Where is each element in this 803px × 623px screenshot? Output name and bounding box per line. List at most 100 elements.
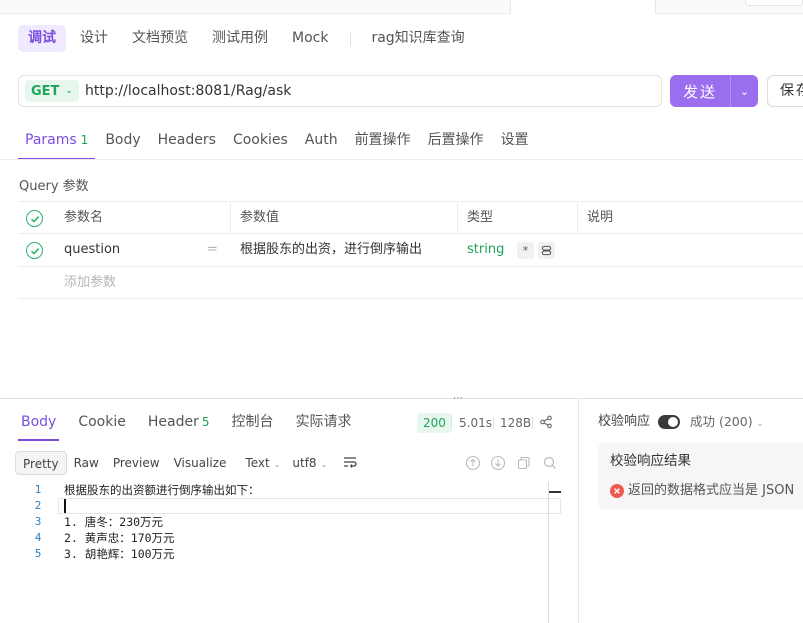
validation-error-message: 返回的数据格式应当是 JSON — [628, 483, 795, 498]
table-row: question = 根据股东的出资，进行倒序输出 string * — [18, 234, 803, 267]
download-icon[interactable] — [465, 455, 481, 471]
param-name-input[interactable]: question — [64, 234, 120, 266]
validation-result-title: 校验响应结果 — [610, 453, 691, 469]
validate-response-toggle[interactable] — [658, 415, 680, 429]
api-name[interactable]: rag知识库查询 — [361, 25, 474, 52]
response-body-editor[interactable]: 根据股东的出资额进行倒序输出如下： 1. 唐冬：230万元 2. 黄声忠：170… — [64, 482, 554, 562]
equals-sign: = — [207, 242, 218, 257]
tab-response-body[interactable]: Body — [18, 406, 60, 441]
encoding-value: utf8 — [292, 456, 317, 470]
tab-headers[interactable]: Headers — [151, 125, 223, 160]
tab-mock[interactable]: Mock — [282, 25, 338, 52]
share-icon[interactable] — [539, 415, 553, 433]
tab-design[interactable]: 设计 — [70, 25, 118, 52]
line-number: 4 — [34, 531, 42, 544]
mode-tabs: 调试 设计 文档预览 测试用例 Mock rag知识库查询 — [18, 25, 479, 52]
top-tab-edge[interactable] — [745, 0, 803, 6]
param-value-input[interactable]: 根据股东的出资，进行倒序输出 — [240, 234, 422, 266]
param-enabled-checkbox[interactable] — [26, 242, 43, 259]
pane-splitter[interactable] — [0, 398, 803, 399]
format-visualize-button[interactable]: Visualize — [167, 451, 234, 475]
chevron-down-icon: ⌄ — [320, 460, 328, 469]
format-pretty-button[interactable]: Pretty — [15, 451, 67, 475]
response-tabs: Body Cookie Header 5 控制台 实际请求 — [18, 406, 371, 441]
status-badge: 200 — [417, 413, 452, 433]
tab-settings[interactable]: 设置 — [494, 125, 536, 160]
divider — [0, 159, 803, 160]
format-preview-button[interactable]: Preview — [106, 451, 167, 475]
error-icon — [610, 484, 624, 498]
tab-post-processors[interactable]: 后置操作 — [421, 125, 491, 160]
header-description: 说明 — [587, 210, 614, 225]
divider — [350, 31, 352, 46]
check-all-checkbox[interactable] — [26, 210, 43, 227]
tab-pre-processors[interactable]: 前置操作 — [348, 125, 418, 160]
tab-debug[interactable]: 调试 — [18, 25, 66, 52]
format-raw-button[interactable]: Raw — [67, 451, 106, 475]
send-button[interactable]: 发送 ⌄ — [670, 75, 758, 107]
divider — [457, 202, 458, 234]
query-section-title: Query 参数 — [19, 179, 89, 194]
tab-params[interactable]: Params 1 — [18, 125, 96, 160]
divider — [493, 417, 494, 429]
params-count-badge: 1 — [80, 133, 89, 147]
code-line: 3. 胡艳辉：100万元 — [64, 547, 175, 561]
tab-response-cookie[interactable]: Cookie — [75, 406, 129, 441]
line-number: 1 — [34, 483, 42, 496]
encoding-dropdown[interactable]: utf8 ⌄ — [292, 456, 327, 470]
save-button[interactable]: 保存 — [767, 75, 803, 107]
code-line: 2. 黄声忠：170万元 — [64, 531, 175, 545]
content-type-value: Text — [245, 456, 270, 470]
tab-actual-request[interactable]: 实际请求 — [293, 406, 355, 441]
tab-cookies[interactable]: Cookies — [226, 125, 295, 160]
url-bar: GET ⌄ http://localhost:8081/Rag/ask — [18, 75, 662, 107]
tab-auth[interactable]: Auth — [298, 125, 345, 160]
tab-console[interactable]: 控制台 — [229, 406, 277, 441]
scrollbar-thumb[interactable] — [549, 491, 561, 493]
content-type-dropdown[interactable]: Text ⌄ — [245, 456, 280, 470]
divider — [577, 202, 578, 234]
top-tab-strip — [0, 0, 803, 14]
code-line: 根据股东的出资额进行倒序输出如下： — [64, 483, 260, 497]
tab-test-cases[interactable]: 测试用例 — [202, 25, 278, 52]
chevron-down-icon: ⌄ — [273, 460, 281, 469]
search-icon[interactable] — [542, 455, 558, 471]
link-icon[interactable] — [538, 242, 555, 259]
required-badge[interactable]: * — [517, 242, 534, 259]
header-count-badge: 5 — [201, 415, 210, 429]
divider — [230, 202, 231, 234]
add-param-row: 添加参数 — [18, 267, 803, 299]
wrap-lines-icon[interactable] — [343, 456, 357, 471]
chevron-down-icon: ⌄ — [756, 419, 764, 428]
tab-body[interactable]: Body — [98, 125, 147, 160]
line-number: 2 — [34, 499, 42, 512]
top-tab-active[interactable] — [510, 0, 656, 14]
validation-status-dropdown[interactable]: 成功 (200) ⌄ — [690, 413, 763, 433]
method-select[interactable]: GET ⌄ — [25, 80, 79, 102]
upload-icon[interactable] — [490, 455, 506, 471]
chevron-down-icon[interactable]: ⌄ — [731, 85, 758, 98]
format-toolbar: Pretty Raw Preview Visualize Text ⌄ utf8 ⌄ — [15, 451, 357, 475]
response-size: 128B — [500, 416, 532, 430]
check-circle-icon — [30, 215, 39, 223]
url-input[interactable]: http://localhost:8081/Rag/ask — [85, 83, 291, 99]
line-number: 5 — [34, 547, 42, 560]
divider — [578, 399, 579, 623]
validation-status-value: 成功 (200) — [690, 414, 753, 429]
request-tabs: Params 1 Body Headers Cookies Auth 前置操作 后… — [18, 125, 539, 160]
drag-handle-icon[interactable]: ⋯ — [453, 393, 464, 404]
copy-icon[interactable] — [516, 455, 532, 471]
check-circle-icon — [30, 247, 39, 255]
editor-scrollbar[interactable] — [548, 482, 549, 623]
validate-response-label: 校验响应 — [598, 414, 651, 429]
param-type-select[interactable]: string — [467, 234, 504, 266]
header-param-value: 参数值 — [240, 210, 280, 225]
response-time: 5.01s — [459, 416, 492, 430]
line-number-gutter: 1 2 3 4 5 — [20, 482, 56, 562]
tab-params-label: Params — [25, 132, 77, 148]
add-param-input[interactable]: 添加参数 — [64, 267, 116, 299]
tab-doc-preview[interactable]: 文档预览 — [122, 25, 198, 52]
divider — [532, 417, 533, 429]
tab-response-header[interactable]: Header 5 — [145, 406, 213, 441]
